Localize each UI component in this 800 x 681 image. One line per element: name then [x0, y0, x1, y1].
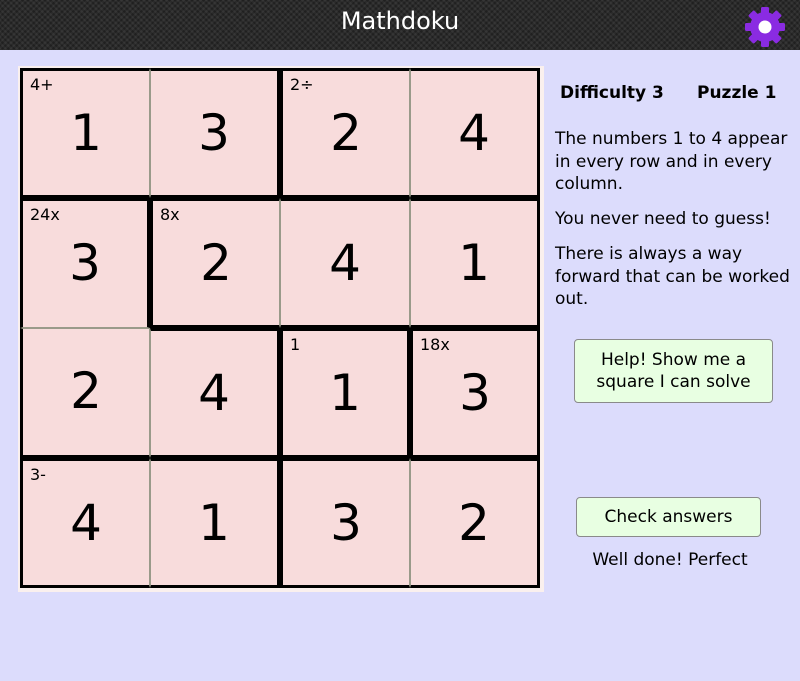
- cell-value: 4: [70, 494, 102, 552]
- grid-cell[interactable]: 3: [280, 458, 410, 588]
- puzzle-label: Puzzle 1: [697, 83, 777, 103]
- app-title: Mathdoku: [340, 7, 460, 35]
- cage-clue: 24x: [30, 205, 60, 224]
- grid-cell[interactable]: 4: [410, 68, 540, 198]
- cell-value: 1: [70, 104, 102, 162]
- difficulty-label: Difficulty 3: [560, 83, 664, 103]
- cell-value: 4: [458, 104, 490, 162]
- cage-clue: 1: [290, 335, 301, 354]
- grid-cell[interactable]: 4+ 1: [20, 68, 150, 198]
- instructions-text: The numbers 1 to 4 appear in every row a…: [555, 129, 788, 194]
- cell-value: 3: [330, 494, 362, 552]
- grid-cell[interactable]: 4: [280, 198, 410, 328]
- cell-value: 3: [459, 364, 491, 422]
- grid-cell[interactable]: 24x 3: [20, 198, 150, 328]
- grid-cell[interactable]: 2: [410, 458, 540, 588]
- check-answers-button[interactable]: Check answers: [576, 497, 761, 537]
- grid-cell[interactable]: 4: [150, 328, 280, 458]
- grid-cell[interactable]: 8x 2: [150, 198, 280, 328]
- cell-value: 1: [198, 494, 230, 552]
- title-bar: Mathdoku: [0, 0, 800, 50]
- cell-value: 2: [330, 104, 362, 162]
- cell-value: 2: [70, 362, 102, 420]
- cage-clue: 2÷: [290, 75, 314, 94]
- cell-value: 4: [198, 364, 230, 422]
- way-forward-text: There is always a way forward that can b…: [555, 244, 790, 309]
- grid-cell[interactable]: 3- 4: [20, 458, 150, 588]
- status-message: Well done! Perfect: [592, 550, 748, 570]
- grid-cell[interactable]: 3: [150, 68, 280, 198]
- grid-cell[interactable]: 2: [20, 328, 150, 458]
- help-button[interactable]: Help! Show me a square I can solve: [574, 339, 773, 403]
- cage-clue: 4+: [30, 75, 54, 94]
- grid-cell[interactable]: 1: [410, 198, 540, 328]
- cage-clue: 3-: [30, 465, 46, 484]
- grid-cell[interactable]: 1: [150, 458, 280, 588]
- cell-value: 1: [329, 364, 361, 422]
- cell-value: 1: [458, 234, 490, 292]
- cell-value: 3: [69, 234, 101, 292]
- cell-value: 2: [200, 234, 232, 292]
- cage-clue: 18x: [420, 335, 450, 354]
- gear-icon[interactable]: [744, 6, 786, 48]
- grid-cell[interactable]: 2÷ 2: [280, 68, 410, 198]
- cell-value: 4: [329, 234, 361, 292]
- cell-value: 3: [198, 104, 230, 162]
- grid-cell[interactable]: 11: [280, 328, 410, 458]
- cage-clue: 8x: [160, 205, 180, 224]
- no-guess-text: You never need to guess!: [555, 209, 771, 229]
- puzzle-grid: 4+ 1 3 2÷ 2 4 24x 3 8x 2 4 1 2 4 1 1 18x 3 3- 4 1 3 2: [18, 66, 544, 592]
- grid-cell[interactable]: 18x 3: [410, 328, 540, 458]
- cell-value: 2: [458, 494, 490, 552]
